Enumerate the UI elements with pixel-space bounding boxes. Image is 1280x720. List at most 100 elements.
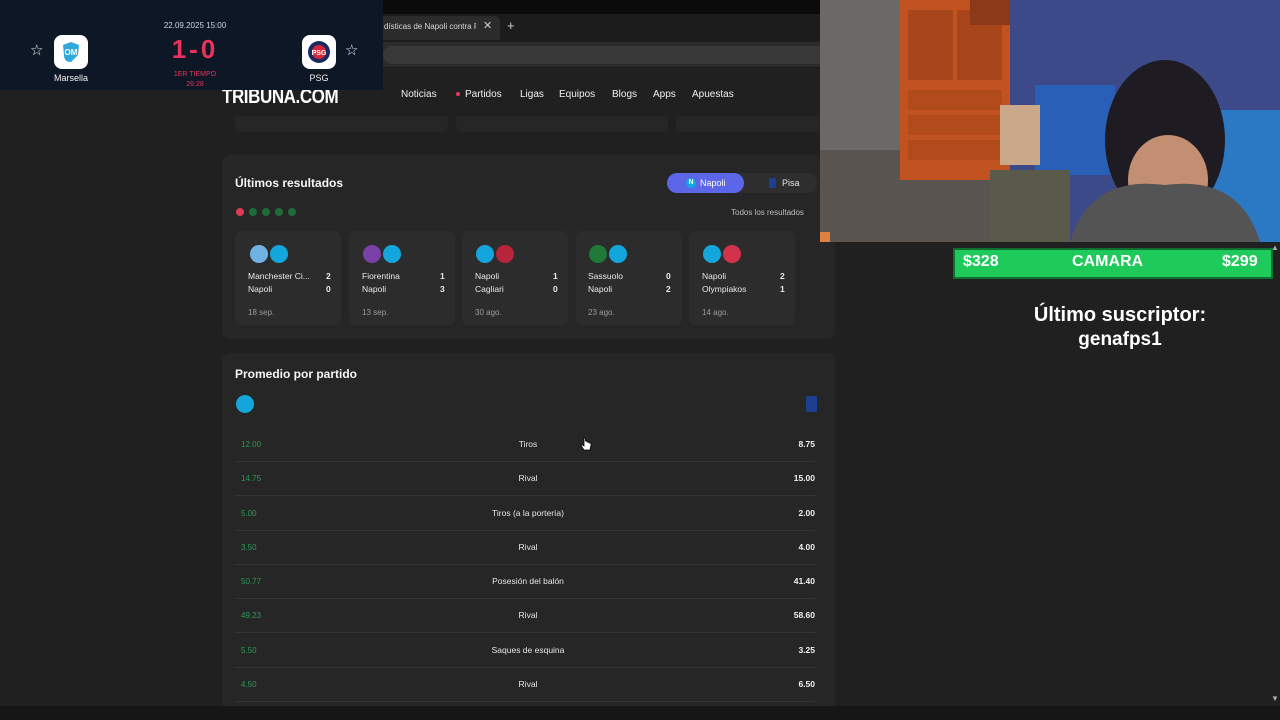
stat-label: Rival	[518, 610, 538, 620]
stat-label: Tiros	[518, 439, 538, 449]
all-results-link[interactable]: Todos los resultados	[731, 208, 804, 217]
stat-label: Posesión del balón	[492, 576, 564, 586]
psg-crest: PSG	[302, 35, 336, 69]
result-date: 13 sep.	[362, 308, 389, 317]
fiorentina-crest-icon	[363, 245, 381, 263]
nav-link-blogs[interactable]: Blogs	[612, 89, 637, 100]
result-date: 18 sep.	[248, 308, 275, 317]
pisa-icon	[769, 178, 776, 188]
last-subscriber-title: Último suscriptor:	[1033, 304, 1207, 326]
hand-cursor-icon	[580, 437, 592, 458]
new-tab-icon[interactable]: +	[507, 18, 515, 33]
result-score1: 1	[440, 271, 445, 281]
svg-text:OM: OM	[65, 48, 78, 57]
result-team2: Napoli	[362, 284, 387, 294]
stat-card-partial	[456, 116, 668, 132]
divider	[235, 667, 815, 668]
nav-link-equipos[interactable]: Equipos	[559, 89, 595, 100]
cagliari-crest-icon	[496, 245, 514, 263]
match-datetime: 22.09.2025 15:00	[163, 21, 227, 30]
tab-close-icon[interactable]: ✕	[483, 19, 492, 32]
result-team1: Napoli	[702, 271, 727, 281]
stat-value-napoli: 5.00	[241, 509, 257, 518]
stat-value-pisa: 58.60	[793, 610, 815, 620]
address-input[interactable]	[383, 46, 820, 64]
nav-link-noticias[interactable]: Noticias	[401, 89, 437, 100]
napoli-crest-icon	[236, 395, 254, 413]
result-score1: 0	[666, 271, 671, 281]
goal-title: CAMARA	[1072, 253, 1144, 270]
toggle-napoli-label[interactable]: Napoli	[700, 178, 726, 188]
form-win-icon	[249, 208, 257, 216]
stat-value-napoli: 12.00	[241, 440, 262, 449]
stat-value-napoli: 3.50	[241, 543, 257, 552]
stat-card-partial	[235, 116, 448, 132]
match-score: 1-0	[171, 34, 219, 64]
napoli-crest-icon	[270, 245, 288, 263]
stat-label: Saques de esquina	[491, 645, 565, 655]
napoli-crest-icon	[476, 245, 494, 263]
nav-link-apps[interactable]: Apps	[653, 89, 676, 100]
averages-card	[222, 353, 835, 713]
stat-label: Rival	[518, 542, 538, 552]
divider	[235, 564, 815, 565]
favorite-star-icon[interactable]: ☆	[30, 41, 43, 59]
stat-value-pisa: 4.00	[798, 542, 815, 552]
olympiakos-crest-icon	[723, 245, 741, 263]
pisa-crest-icon	[806, 396, 817, 412]
averages-title: Promedio por partido	[235, 367, 358, 381]
webcam-feed	[820, 0, 1280, 242]
scroll-down-icon[interactable]: ▼	[1271, 694, 1279, 703]
favorite-star-icon[interactable]: ☆	[345, 41, 358, 59]
divider	[235, 632, 815, 633]
tab-title: dísticas de Napoli contra P	[384, 22, 476, 31]
result-score2: 0	[553, 284, 558, 294]
goal-current: $328	[963, 253, 999, 270]
live-dot-icon	[456, 92, 460, 96]
form-win-icon	[262, 208, 270, 216]
nav-link-partidos[interactable]: Partidos	[465, 89, 502, 100]
nav-link-ligas[interactable]: Ligas	[520, 89, 544, 100]
goal-target: $299	[1222, 253, 1258, 270]
napoli-icon: N	[686, 178, 696, 188]
result-team2: Cagliari	[475, 284, 504, 294]
stat-value-pisa: 6.50	[798, 679, 815, 689]
svg-text:PSG: PSG	[312, 50, 327, 57]
stat-value-napoli: 49.23	[241, 611, 262, 620]
marsella-crest: OM	[54, 35, 88, 69]
result-team1: Manchester Ci...	[248, 271, 310, 281]
result-score2: 3	[440, 284, 445, 294]
toggle-pisa-label[interactable]: Pisa	[782, 178, 800, 188]
stat-value-napoli: 14.75	[241, 474, 262, 483]
divider	[235, 495, 815, 496]
divider	[235, 598, 815, 599]
away-team-name: PSG	[309, 73, 329, 83]
napoli-crest-icon	[383, 245, 401, 263]
stat-value-napoli: 4.50	[241, 680, 257, 689]
result-team1: Fiorentina	[362, 271, 400, 281]
home-team-name: Marsella	[53, 73, 88, 83]
scroll-up-icon[interactable]: ▲	[1271, 243, 1279, 252]
stat-label: Tiros (a la portería)	[492, 508, 564, 518]
bottom-bar	[0, 706, 1280, 720]
last-results-title: Últimos resultados	[235, 176, 344, 190]
napoli-crest-icon	[703, 245, 721, 263]
stat-label: Rival	[518, 679, 538, 689]
sassuolo-crest-icon	[589, 245, 607, 263]
stat-label: Rival	[518, 473, 538, 483]
stat-value-pisa: 8.75	[798, 439, 815, 449]
result-score2: 1	[780, 284, 785, 294]
result-date: 23 ago.	[588, 308, 615, 317]
napoli-crest-icon	[609, 245, 627, 263]
result-team2: Olympiakos	[702, 284, 747, 294]
match-clock: 26:28	[186, 81, 204, 88]
divider	[235, 461, 815, 462]
nav-link-apuestas[interactable]: Apuestas	[692, 89, 734, 100]
result-score1: 1	[553, 271, 558, 281]
stat-value-napoli: 50.77	[241, 577, 262, 586]
man-city-crest-icon	[250, 245, 268, 263]
form-loss-icon	[236, 208, 244, 216]
form-win-icon	[288, 208, 296, 216]
stat-value-pisa: 2.00	[798, 508, 815, 518]
result-date: 14 ago.	[702, 308, 729, 317]
